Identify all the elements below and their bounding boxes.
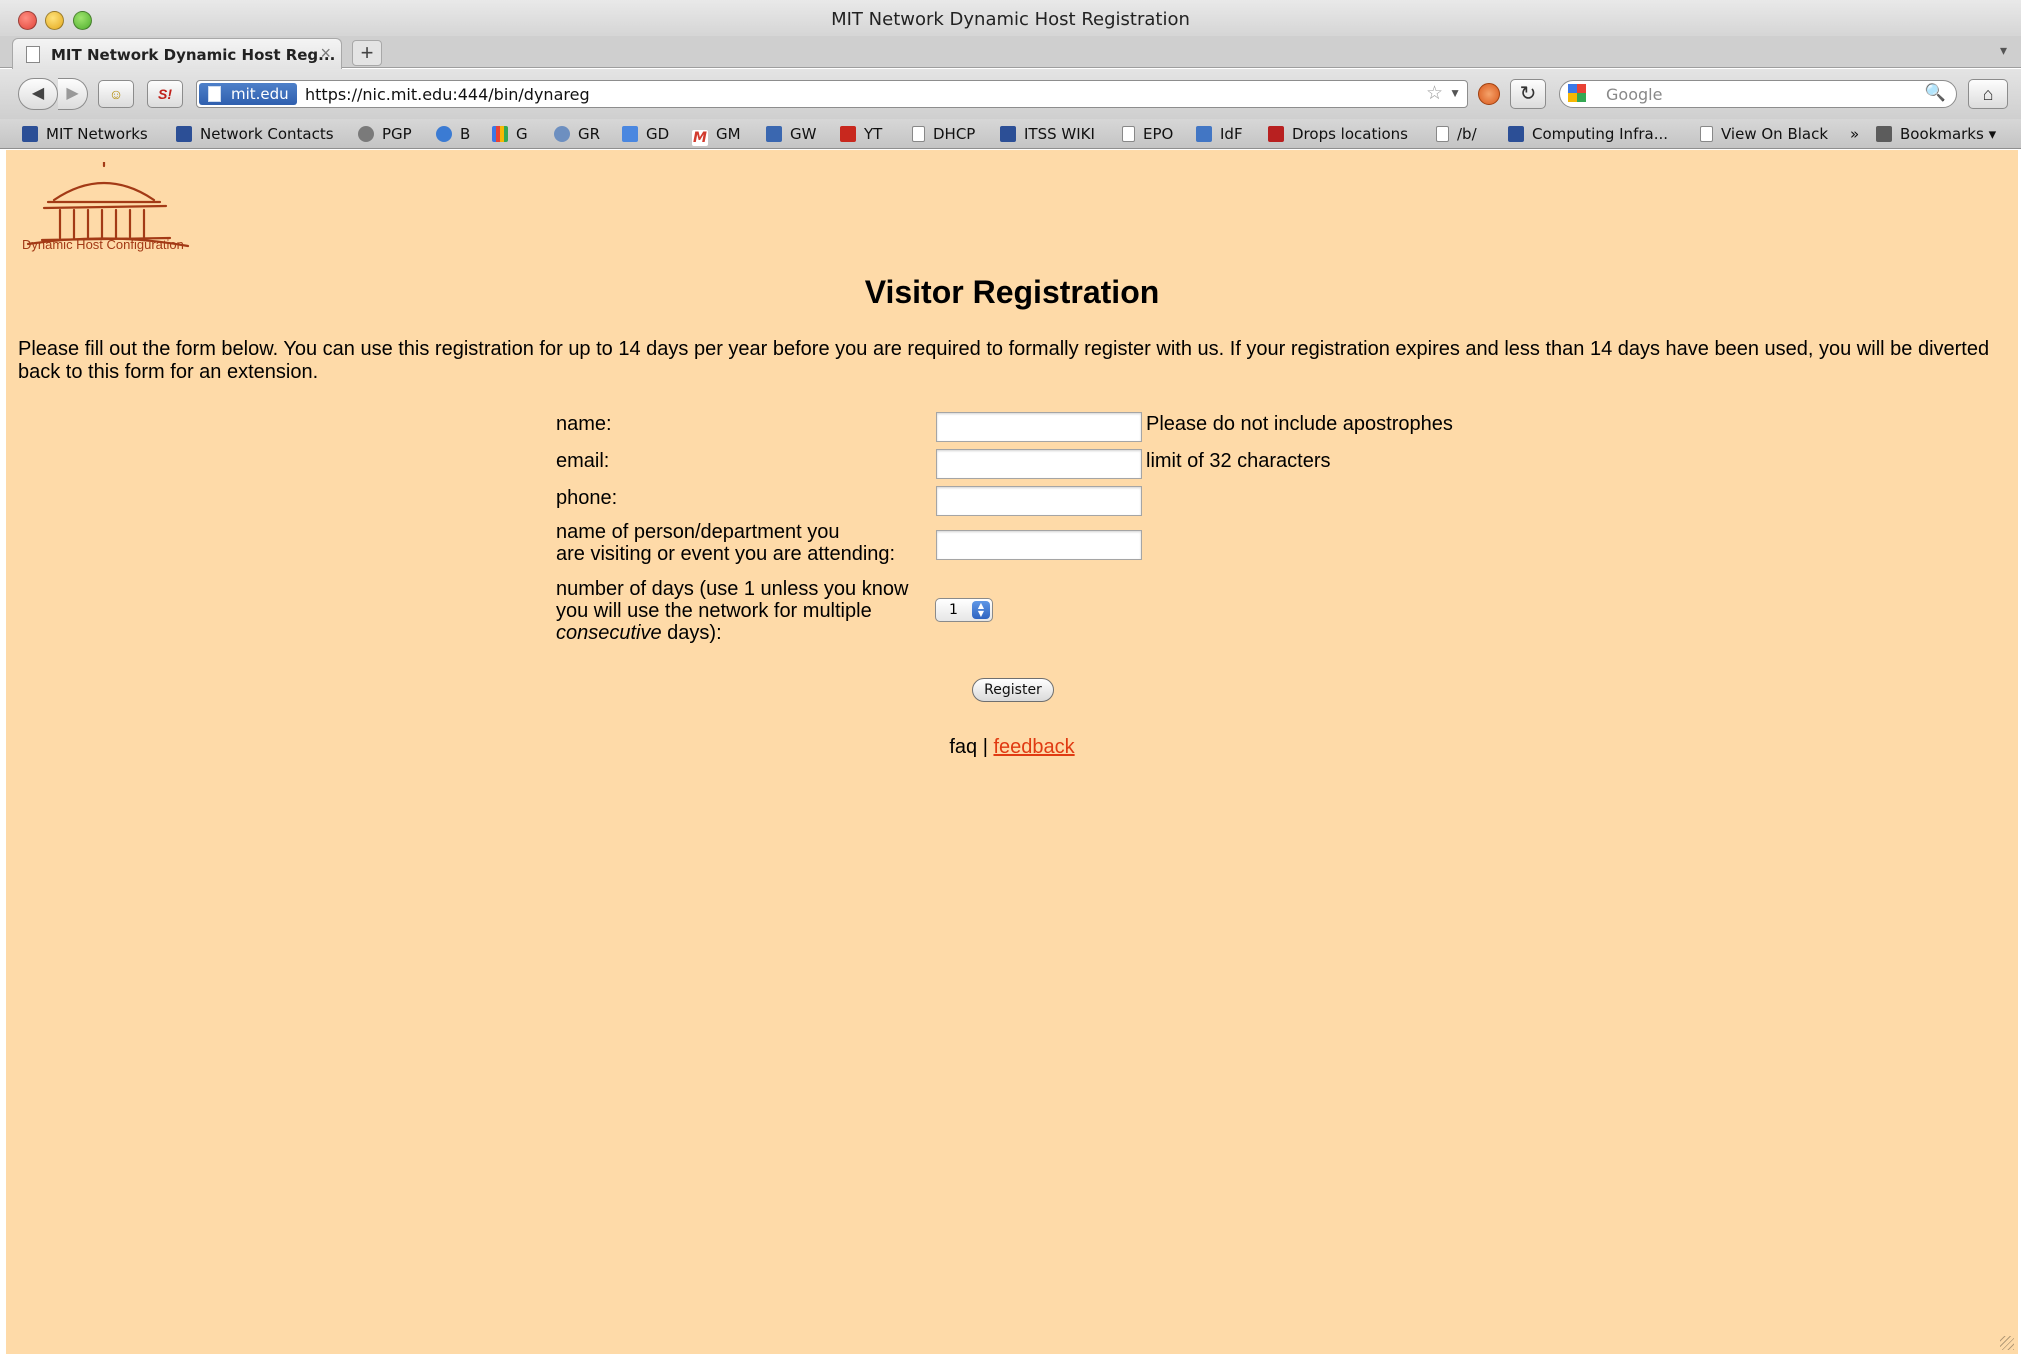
page-viewport: Dynamic Host Configuration Visitor Regis…: [6, 150, 2018, 1354]
url-bar[interactable]: mit.edu https://nic.mit.edu:444/bin/dyna…: [196, 80, 1468, 108]
bookmark-item[interactable]: IdF: [1196, 124, 1243, 146]
bookmark-item[interactable]: MIT Networks: [22, 124, 148, 146]
visiting-field[interactable]: [936, 530, 1142, 560]
mit-icon: [1508, 126, 1524, 142]
page-icon: [26, 46, 40, 63]
bookmark-item[interactable]: View On Black: [1700, 124, 1828, 146]
reader-icon: [554, 126, 570, 142]
intro-paragraph: Please fill out the form below. You can …: [18, 338, 1990, 383]
google-icon: [492, 126, 508, 142]
chevron-down-icon: ▾: [1988, 125, 1997, 143]
faq-text: faq: [949, 736, 978, 758]
logo-caption: Dynamic Host Configuration: [22, 237, 184, 252]
email-label: email:: [556, 450, 610, 472]
b-icon: [436, 126, 452, 142]
google-icon[interactable]: [1568, 84, 1590, 104]
home-button[interactable]: ⌂: [1968, 79, 2008, 109]
phone-label: phone:: [556, 487, 618, 509]
feedback-link[interactable]: feedback: [993, 736, 1074, 758]
url-history-dropdown-icon[interactable]: ▼: [1449, 86, 1461, 100]
wave-icon: [766, 126, 782, 142]
bookmark-item[interactable]: /b/: [1436, 124, 1477, 146]
page-title: Visitor Registration: [864, 274, 1160, 310]
email-field[interactable]: [936, 449, 1142, 479]
idf-icon: [1196, 126, 1212, 142]
site-identity-button[interactable]: mit.edu: [199, 83, 297, 105]
page-icon: [1122, 126, 1135, 142]
bookmark-item[interactable]: PGP: [358, 124, 412, 146]
bookmark-item[interactable]: GR: [554, 124, 600, 146]
browser-window: MIT Network Dynamic Host Registration MI…: [0, 0, 2021, 1354]
bookmark-item[interactable]: B: [436, 124, 470, 146]
site-identity-label: mit.edu: [231, 85, 289, 103]
mit-icon: [176, 126, 192, 142]
mit-icon: [22, 126, 38, 142]
bookmarks-toolbar: MIT Networks Network Contacts PGP B G GR…: [0, 119, 2021, 149]
bookmark-item[interactable]: Drops locations: [1268, 124, 1408, 146]
back-button[interactable]: ◀: [18, 78, 58, 110]
bookmark-item[interactable]: GD: [622, 124, 669, 146]
stumble-extension-button[interactable]: S!: [147, 80, 183, 108]
search-icon[interactable]: 🔍: [1925, 83, 1946, 103]
bookmark-item[interactable]: M GM: [692, 124, 741, 146]
bookmark-item[interactable]: Computing Infra...: [1508, 124, 1668, 146]
search-placeholder: Google: [1606, 85, 1663, 104]
tab-close-icon[interactable]: ×: [320, 43, 331, 64]
page-icon: [1700, 126, 1713, 142]
bookmark-item[interactable]: Network Contacts: [176, 124, 334, 146]
days-label: number of days (use 1 unless you know yo…: [556, 578, 909, 644]
adblock-icon[interactable]: [1478, 83, 1500, 105]
bookmark-item[interactable]: G: [492, 124, 528, 146]
bookmark-item[interactable]: ITSS WIKI: [1000, 124, 1095, 146]
page-icon: [1436, 126, 1449, 142]
tab-title: MIT Network Dynamic Host Reg...: [51, 46, 336, 64]
name-field[interactable]: [936, 412, 1142, 442]
select-arrows-icon: ▲ ▼: [972, 601, 990, 619]
bookmarks-icon: [1876, 126, 1892, 142]
footer-separator: |: [977, 736, 994, 758]
bookmark-item[interactable]: DHCP: [912, 124, 975, 146]
days-select[interactable]: 1 ▲ ▼: [935, 598, 993, 622]
bookmarks-menu-button[interactable]: Bookmarks ▾: [1876, 124, 1996, 146]
tab-list-arrow-icon[interactable]: ▾: [2000, 42, 2007, 59]
mit-icon: [1000, 126, 1016, 142]
bookmark-item[interactable]: EPO: [1122, 124, 1173, 146]
drops-icon: [1268, 126, 1284, 142]
page-icon: [208, 86, 221, 102]
bookmarks-overflow-chevron-icon[interactable]: »: [1850, 124, 1859, 146]
search-bar[interactable]: Google 🔍: [1559, 80, 1957, 108]
email-hint: limit of 32 characters: [1146, 450, 1331, 472]
visiting-label: name of person/department you are visiti…: [556, 521, 896, 565]
reload-button[interactable]: ↻: [1510, 79, 1546, 109]
phone-field[interactable]: [936, 486, 1142, 516]
footer-links: faq | feedback: [6, 736, 2018, 759]
register-button[interactable]: Register: [972, 678, 1054, 702]
gmail-icon: M: [692, 130, 708, 146]
youtube-icon: [840, 126, 856, 142]
bookmark-item[interactable]: GW: [766, 124, 816, 146]
navigation-toolbar: ◀ ▶ ☺ S! mit.edu https://nic.mit.edu:444…: [0, 69, 2021, 119]
bookmark-item[interactable]: YT: [840, 124, 882, 146]
bookmark-star-icon[interactable]: ☆: [1426, 82, 1443, 105]
window-title: MIT Network Dynamic Host Registration: [831, 9, 1190, 30]
page-icon: [912, 126, 925, 142]
extension-button[interactable]: ☺: [98, 80, 134, 108]
docs-icon: [622, 126, 638, 142]
forward-button[interactable]: ▶: [58, 78, 88, 110]
name-label: name:: [556, 413, 612, 435]
new-tab-button[interactable]: +: [352, 40, 382, 66]
pgp-icon: [358, 126, 374, 142]
url-text[interactable]: https://nic.mit.edu:444/bin/dynareg: [305, 85, 590, 104]
resize-grip[interactable]: [2000, 1336, 2014, 1350]
tab-active[interactable]: MIT Network Dynamic Host Reg... ×: [12, 38, 342, 69]
days-select-value: 1: [949, 602, 958, 618]
tab-strip: MIT Network Dynamic Host Reg... × + ▾: [0, 36, 2021, 69]
name-hint: Please do not include apostrophes: [1146, 413, 1453, 435]
